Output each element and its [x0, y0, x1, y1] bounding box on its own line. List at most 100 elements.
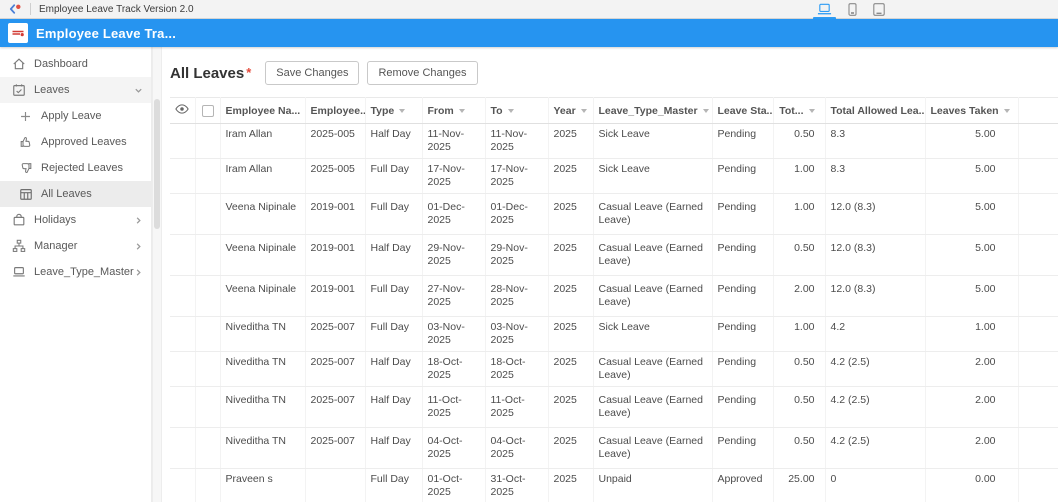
- cell-type[interactable]: Half Day: [365, 387, 422, 428]
- cell-leave-status[interactable]: Pending: [712, 276, 773, 317]
- laptop-view-icon[interactable]: [817, 3, 832, 16]
- cell-type[interactable]: Half Day: [365, 124, 422, 159]
- cell-type[interactable]: Full Day: [365, 317, 422, 352]
- cell-employee-name[interactable]: Niveditha TN: [220, 428, 305, 469]
- column-header-to[interactable]: To: [485, 98, 548, 124]
- cell-to-date[interactable]: 01-Dec-2025: [485, 194, 548, 235]
- cell-total-allowed[interactable]: 4.2 (2.5): [825, 352, 925, 387]
- cell-total-allowed[interactable]: 12.0 (8.3): [825, 276, 925, 317]
- cell-employee-id[interactable]: 2019-001: [305, 235, 365, 276]
- column-header-leave-status[interactable]: Leave Sta...: [712, 98, 773, 124]
- cell-leave-type-master[interactable]: Casual Leave (Earned Leave): [593, 387, 712, 428]
- column-header-type[interactable]: Type: [365, 98, 422, 124]
- cell-type[interactable]: Full Day: [365, 469, 422, 502]
- table-row[interactable]: Niveditha TN 2025-007 Full Day 03-Nov-20…: [170, 317, 1058, 352]
- sidebar-item-approved-leaves[interactable]: Approved Leaves: [0, 129, 151, 155]
- remove-changes-button[interactable]: Remove Changes: [367, 61, 477, 85]
- cell-leaves-taken[interactable]: 2.00: [925, 352, 1018, 387]
- table-row[interactable]: Niveditha TN 2025-007 Half Day 18-Oct-20…: [170, 352, 1058, 387]
- cell-year[interactable]: 2025: [548, 352, 593, 387]
- cell-employee-id[interactable]: 2025-007: [305, 428, 365, 469]
- cell-to-date[interactable]: 31-Oct-2025: [485, 469, 548, 502]
- cell-to-date[interactable]: 11-Oct-2025: [485, 387, 548, 428]
- cell-to-date[interactable]: 17-Nov-2025: [485, 159, 548, 194]
- cell-employee-name[interactable]: Niveditha TN: [220, 317, 305, 352]
- cell-type[interactable]: Full Day: [365, 159, 422, 194]
- cell-type[interactable]: Full Day: [365, 194, 422, 235]
- sidebar-item-all-leaves[interactable]: All Leaves: [0, 181, 151, 207]
- table-row[interactable]: Praveen s Full Day 01-Oct-2025 31-Oct-20…: [170, 469, 1058, 502]
- cell-year[interactable]: 2025: [548, 159, 593, 194]
- table-row[interactable]: Veena Nipinale 2019-001 Full Day 01-Dec-…: [170, 194, 1058, 235]
- cell-total[interactable]: 0.50: [773, 124, 825, 159]
- cell-total[interactable]: 0.50: [773, 428, 825, 469]
- cell-type[interactable]: Half Day: [365, 428, 422, 469]
- vertical-scrollbar[interactable]: [152, 47, 162, 502]
- cell-from-date[interactable]: 27-Nov-2025: [422, 276, 485, 317]
- sidebar-item-apply-leave[interactable]: Apply Leave: [0, 103, 151, 129]
- cell-total[interactable]: 2.00: [773, 276, 825, 317]
- cell-leave-status[interactable]: Approved: [712, 469, 773, 502]
- sidebar-item-leaves[interactable]: Leaves: [0, 77, 151, 103]
- table-row[interactable]: Iram Allan 2025-005 Half Day 11-Nov-2025…: [170, 124, 1058, 159]
- sidebar-item-dashboard[interactable]: Dashboard: [0, 51, 151, 77]
- cell-total[interactable]: 0.50: [773, 235, 825, 276]
- cell-to-date[interactable]: 11-Nov-2025: [485, 124, 548, 159]
- cell-year[interactable]: 2025: [548, 428, 593, 469]
- cell-year[interactable]: 2025: [548, 317, 593, 352]
- scrollbar-thumb[interactable]: [154, 99, 160, 229]
- cell-year[interactable]: 2025: [548, 124, 593, 159]
- cell-leaves-taken[interactable]: 5.00: [925, 159, 1018, 194]
- cell-total[interactable]: 0.50: [773, 352, 825, 387]
- cell-total-allowed[interactable]: 8.3: [825, 124, 925, 159]
- phone-view-icon[interactable]: [848, 3, 857, 16]
- cell-employee-name[interactable]: Veena Nipinale: [220, 194, 305, 235]
- column-header-leave-type-master[interactable]: Leave_Type_Master: [593, 98, 712, 124]
- cell-employee-id[interactable]: 2025-007: [305, 317, 365, 352]
- column-header-leaves-taken[interactable]: Leaves Taken: [925, 98, 1018, 124]
- cell-year[interactable]: 2025: [548, 235, 593, 276]
- cell-from-date[interactable]: 18-Oct-2025: [422, 352, 485, 387]
- table-row[interactable]: Niveditha TN 2025-007 Half Day 11-Oct-20…: [170, 387, 1058, 428]
- cell-to-date[interactable]: 03-Nov-2025: [485, 317, 548, 352]
- cell-employee-id[interactable]: 2019-001: [305, 194, 365, 235]
- cell-year[interactable]: 2025: [548, 469, 593, 502]
- cell-employee-id[interactable]: 2025-007: [305, 352, 365, 387]
- cell-leave-type-master[interactable]: Casual Leave (Earned Leave): [593, 352, 712, 387]
- cell-total[interactable]: 1.00: [773, 194, 825, 235]
- column-header-year[interactable]: Year: [548, 98, 593, 124]
- cell-leave-type-master[interactable]: Casual Leave (Earned Leave): [593, 194, 712, 235]
- cell-leave-status[interactable]: Pending: [712, 159, 773, 194]
- sidebar-item-holidays[interactable]: Holidays: [0, 207, 151, 233]
- cell-employee-id[interactable]: [305, 469, 365, 502]
- cell-from-date[interactable]: 03-Nov-2025: [422, 317, 485, 352]
- cell-leaves-taken[interactable]: 5.00: [925, 124, 1018, 159]
- cell-leaves-taken[interactable]: 5.00: [925, 194, 1018, 235]
- column-header-total[interactable]: Tot...: [773, 98, 825, 124]
- cell-employee-id[interactable]: 2025-005: [305, 124, 365, 159]
- cell-employee-name[interactable]: Iram Allan: [220, 159, 305, 194]
- cell-leave-status[interactable]: Pending: [712, 194, 773, 235]
- cell-year[interactable]: 2025: [548, 276, 593, 317]
- cell-total-allowed[interactable]: 0: [825, 469, 925, 502]
- sidebar-item-manager[interactable]: Manager: [0, 233, 151, 259]
- cell-leave-type-master[interactable]: Casual Leave (Earned Leave): [593, 428, 712, 469]
- save-changes-button[interactable]: Save Changes: [265, 61, 359, 85]
- cell-total-allowed[interactable]: 12.0 (8.3): [825, 194, 925, 235]
- cell-employee-id[interactable]: 2025-005: [305, 159, 365, 194]
- cell-leaves-taken[interactable]: 0.00: [925, 469, 1018, 502]
- cell-leaves-taken[interactable]: 1.00: [925, 317, 1018, 352]
- cell-from-date[interactable]: 01-Oct-2025: [422, 469, 485, 502]
- cell-from-date[interactable]: 17-Nov-2025: [422, 159, 485, 194]
- cell-leave-status[interactable]: Pending: [712, 317, 773, 352]
- cell-leave-status[interactable]: Pending: [712, 352, 773, 387]
- cell-from-date[interactable]: 29-Nov-2025: [422, 235, 485, 276]
- cell-total-allowed[interactable]: 4.2: [825, 317, 925, 352]
- cell-leave-status[interactable]: Pending: [712, 428, 773, 469]
- cell-employee-name[interactable]: Niveditha TN: [220, 387, 305, 428]
- cell-total[interactable]: 1.00: [773, 159, 825, 194]
- cell-total[interactable]: 0.50: [773, 387, 825, 428]
- cell-from-date[interactable]: 04-Oct-2025: [422, 428, 485, 469]
- table-row[interactable]: Veena Nipinale 2019-001 Full Day 27-Nov-…: [170, 276, 1058, 317]
- sidebar-item-leave-type-master[interactable]: Leave_Type_Master: [0, 259, 151, 285]
